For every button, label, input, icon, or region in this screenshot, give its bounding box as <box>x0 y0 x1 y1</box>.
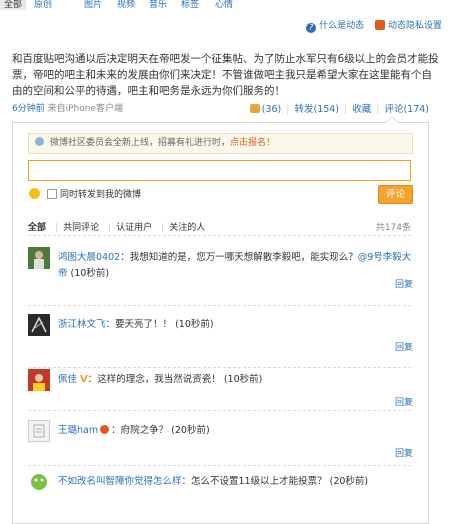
commenter-name[interactable]: 不如改名叫智障你觉得怎么样 <box>58 476 182 487</box>
comment-count: 共174条 <box>375 223 411 233</box>
reply-button[interactable]: 回复 <box>395 446 413 459</box>
avatar[interactable] <box>28 369 50 391</box>
filter-following[interactable]: 关注的人 <box>169 223 205 233</box>
comment-item: 王璐ham ：府院之争？ (20秒前) 回复 <box>28 420 413 466</box>
commenter-name[interactable]: 佩佳 <box>58 374 77 385</box>
tab-mood[interactable]: 心情 <box>215 0 233 10</box>
star-badge-icon <box>100 425 110 434</box>
reply-button[interactable]: 回复 <box>395 340 413 353</box>
filter-all[interactable]: 全部 <box>28 223 46 233</box>
avatar[interactable] <box>28 471 50 493</box>
verified-badge-icon: V <box>80 374 88 385</box>
comment-item: 鸿图大晨0402：我想知道的是，您万一哪天想解散李毅吧，能实现么？@9号李毅大帝… <box>28 247 413 297</box>
divider <box>28 410 411 411</box>
comment-panel: 微博社区委员会全新上线，招募有礼进行时，点击报名！ 同时转发到我的微博 评论 全… <box>12 116 429 524</box>
forward-checkbox[interactable] <box>47 189 57 199</box>
comment-text: 佩佳 V：这样的理念，我当然说资瓷！ (10秒前) <box>58 372 413 388</box>
forward-checkbox-label: 同时转发到我的微博 <box>60 190 142 200</box>
question-icon: ? <box>306 23 317 33</box>
submit-comment-button[interactable]: 评论 <box>378 185 413 204</box>
favorite-button[interactable]: 收藏 <box>352 104 371 115</box>
comment-text: 不如改名叫智障你觉得怎么样：怎么不设置11级以上才能投票？ (20秒前) <box>58 476 369 487</box>
filter-verified[interactable]: 认证用户 <box>116 223 152 233</box>
comment-text: 王璐ham ：府院之争？ (20秒前) <box>58 425 210 436</box>
comment-input[interactable] <box>28 160 411 181</box>
top-tabs: 全部 原创 图片 视频 音乐 标签 心情 <box>0 0 455 11</box>
avatar[interactable] <box>28 247 50 269</box>
tab-videos[interactable]: 视频 <box>117 0 135 10</box>
what-is-feed-link[interactable]: ? 什么是动态 <box>306 21 364 33</box>
divider <box>28 465 411 466</box>
avatar[interactable] <box>28 420 50 442</box>
divider <box>28 367 411 368</box>
post-text: 和百度贴吧沟通以后决定明天在帝吧发一个征集帖、为了防止水军只有6级以上的会员才能… <box>12 53 439 97</box>
reply-button[interactable]: 回复 <box>395 395 413 408</box>
comment-text: 鸿图大晨0402：我想知道的是，您万一哪天想解散李毅吧，能实现么？@9号李毅大帝… <box>58 252 412 279</box>
comment-item: 浙江林文飞：要天亮了！！ (10秒前) 回复 <box>28 314 413 360</box>
comment-item: 不如改名叫智障你觉得怎么样：怎么不设置11级以上才能投票？ (20秒前) <box>28 471 413 501</box>
post-time[interactable]: 6分钟前 <box>12 104 45 114</box>
commenter-name[interactable]: 鸿图大晨0402 <box>58 252 120 263</box>
post-source: 来自iPhone客户端 <box>47 104 123 114</box>
tab-images[interactable]: 图片 <box>84 0 102 10</box>
reply-button[interactable]: 回复 <box>395 277 413 290</box>
avatar[interactable] <box>28 314 50 336</box>
divider <box>28 305 411 306</box>
signup-link[interactable]: 点击报名！ <box>230 138 275 148</box>
comment-filters: 全部 | 共同评论 | 认证用户 | 关注的人 <box>28 223 206 233</box>
privacy-icon <box>374 20 385 30</box>
emoji-icon[interactable] <box>29 188 40 199</box>
comment-item: 佩佳 V：这样的理念，我当然说资瓷！ (10秒前) 回复 <box>28 369 413 415</box>
post-actions: (36) | 转发(154) | 收藏 | 评论(174) <box>249 101 429 115</box>
commenter-name[interactable]: 王璐ham <box>58 425 98 436</box>
tab-all[interactable]: 全部 <box>0 0 27 10</box>
tab-original[interactable]: 原创 <box>34 0 52 10</box>
community-notice: 微博社区委员会全新上线，招募有礼进行时，点击报名！ <box>28 133 413 154</box>
info-icon <box>35 137 44 146</box>
comment-button[interactable]: 评论(174) <box>384 104 429 115</box>
thumbs-up-icon <box>249 104 260 113</box>
post-meta: 6分钟前 来自iPhone客户端 <box>12 101 123 114</box>
panel-pointer <box>385 116 399 123</box>
filter-common[interactable]: 共同评论 <box>63 223 99 233</box>
commenter-name[interactable]: 浙江林文飞 <box>58 319 106 330</box>
divider <box>28 235 411 236</box>
feed-privacy-link[interactable]: 动态隐私设置 <box>374 20 442 31</box>
tab-music[interactable]: 音乐 <box>149 0 167 10</box>
help-links: ? 什么是动态 动态隐私设置 <box>298 18 442 33</box>
forward-button[interactable]: 转发(154) <box>294 104 339 115</box>
tab-tags[interactable]: 标签 <box>181 0 199 10</box>
comment-text: 浙江林文飞：要天亮了！！ (10秒前) <box>58 319 214 330</box>
like-button[interactable]: (36) <box>249 104 281 115</box>
